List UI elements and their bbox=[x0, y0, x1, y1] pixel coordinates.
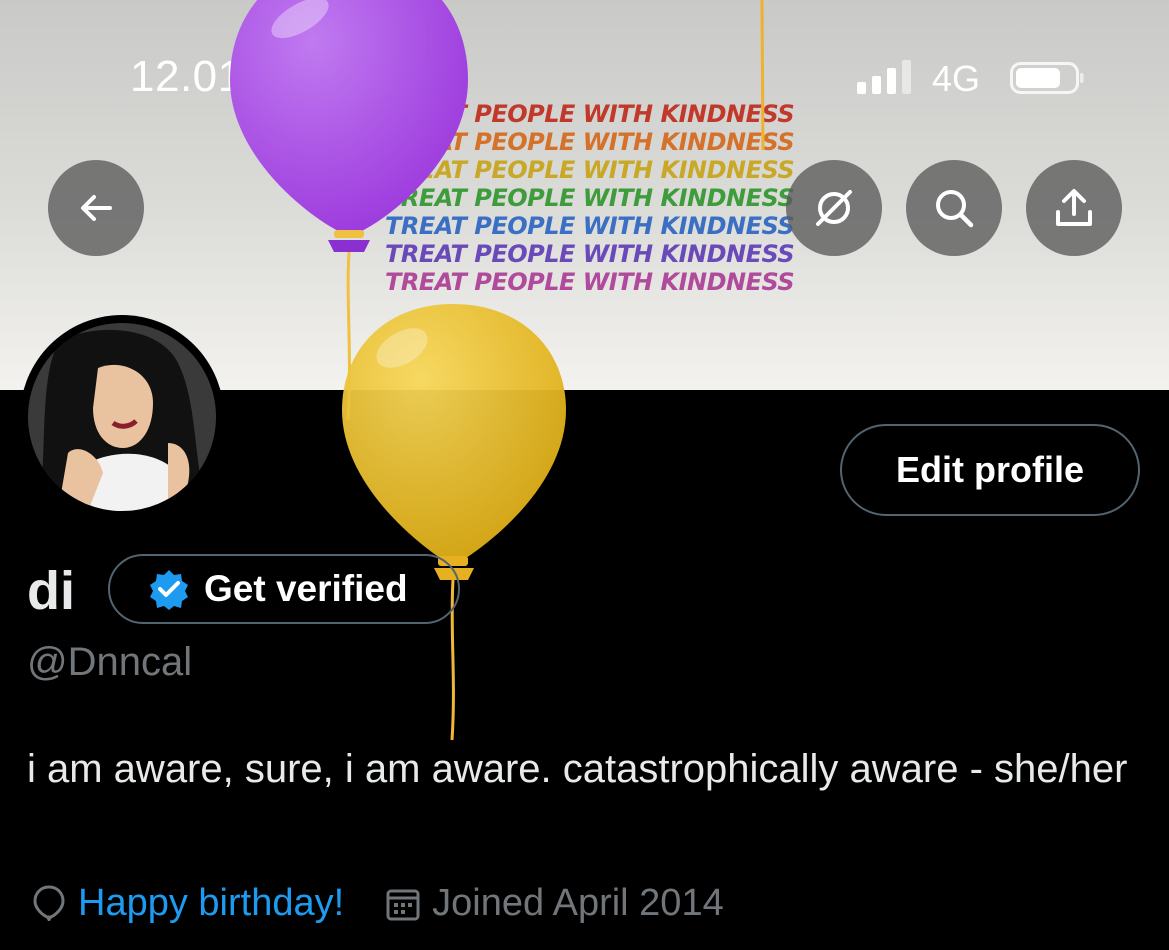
yellow-balloon-decoration bbox=[342, 304, 566, 740]
avatar-image bbox=[28, 323, 216, 511]
get-verified-label: Get verified bbox=[204, 568, 408, 609]
user-handle: @Dnncal bbox=[27, 640, 193, 684]
grok-icon bbox=[816, 190, 852, 226]
profile-bio: i am aware, sure, i am aware. catastroph… bbox=[27, 747, 1128, 791]
status-time: 12.01 bbox=[130, 52, 243, 101]
display-name: di bbox=[27, 561, 75, 621]
birthday-link[interactable]: Happy birthday! bbox=[78, 882, 344, 925]
get-verified-button[interactable]: Get verified bbox=[108, 554, 460, 624]
share-button[interactable] bbox=[1026, 160, 1122, 256]
verified-badge-icon bbox=[150, 570, 188, 610]
joined-date: Joined April 2014 bbox=[432, 882, 724, 924]
balloon-string-decoration bbox=[760, 0, 765, 150]
share-icon bbox=[1056, 189, 1092, 226]
search-button[interactable] bbox=[906, 160, 1002, 256]
network-label: 4G bbox=[932, 58, 981, 99]
calendar-icon bbox=[386, 889, 420, 920]
profile-meta: Happy birthday! Joined April 2014 bbox=[30, 882, 724, 925]
battery-icon bbox=[1010, 62, 1084, 94]
signal-icon bbox=[857, 60, 911, 94]
search-icon bbox=[936, 190, 974, 228]
avatar[interactable] bbox=[20, 315, 224, 519]
balloon-icon bbox=[33, 884, 65, 921]
grok-button[interactable] bbox=[786, 160, 882, 256]
back-button[interactable] bbox=[48, 160, 144, 256]
back-arrow-icon bbox=[81, 195, 112, 221]
edit-profile-button[interactable]: Edit profile bbox=[840, 424, 1140, 516]
